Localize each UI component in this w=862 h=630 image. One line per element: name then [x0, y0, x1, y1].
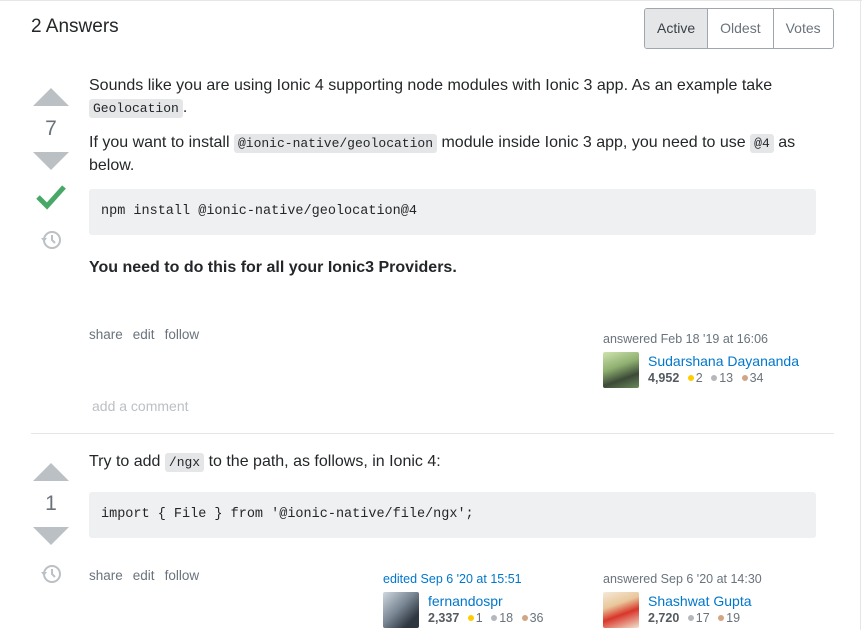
share-link[interactable]: share: [89, 327, 123, 342]
post-menu: share edit follow: [89, 327, 199, 342]
follow-link[interactable]: follow: [165, 568, 200, 583]
bronze-badge-icon: [521, 615, 528, 622]
sort-tabs: Active Oldest Votes: [644, 8, 834, 49]
edit-link[interactable]: edit: [133, 568, 155, 583]
inline-code: Geolocation: [89, 99, 183, 118]
answer-body: Sounds like you are using Ionic 4 suppor…: [89, 75, 819, 291]
user-reputation: 4,952 2 13 34: [648, 370, 799, 387]
vote-column: 1: [30, 463, 72, 590]
vote-count: 7: [45, 117, 57, 140]
reputation-score: 2,720: [648, 611, 680, 625]
code-block: import { File } from '@ionic-native/file…: [89, 492, 816, 538]
silver-badge-count: 17: [695, 611, 710, 625]
vote-count: 1: [45, 492, 57, 515]
user-name-link[interactable]: fernandospr: [428, 593, 544, 610]
answered-time: answered Sep 6 '20 at 14:30: [603, 572, 762, 586]
user-reputation: 2,720 17 19: [648, 610, 752, 627]
silver-badge-icon: [491, 615, 498, 622]
edit-link[interactable]: edit: [133, 327, 155, 342]
answer-text: Try to add: [89, 453, 161, 470]
answer-separator: [31, 433, 834, 434]
post-menu: share edit follow: [89, 568, 199, 583]
sort-tab-votes[interactable]: Votes: [772, 9, 833, 48]
user-reputation: 2,337 1 18 36: [428, 610, 544, 627]
answer-text: to the path, as follows, in Ionic 4:: [208, 453, 441, 470]
accepted-check-icon: [36, 184, 66, 215]
top-border: [0, 0, 862, 1]
answer-text: If you want to install: [89, 134, 230, 151]
answers-heading: 2 Answers: [31, 16, 119, 37]
inline-code: @ionic-native/geolocation: [233, 134, 438, 153]
user-name-link[interactable]: Sudarshana Dayananda: [648, 353, 799, 370]
upvote-icon[interactable]: [33, 463, 69, 481]
bronze-badge-icon: [741, 375, 748, 382]
add-comment-link[interactable]: add a comment: [92, 398, 189, 414]
answer-paragraph: Sounds like you are using Ionic 4 suppor…: [89, 75, 816, 120]
inline-code: /ngx: [164, 453, 205, 472]
share-link[interactable]: share: [89, 568, 123, 583]
bronze-badge-count: 36: [529, 611, 544, 625]
answer-body: Try to add /ngx to the path, as follows,…: [89, 451, 819, 538]
answer-bold-text: You need to do this for all your Ionic3 …: [89, 259, 457, 276]
gold-badge-icon: [467, 615, 474, 622]
answer-paragraph: If you want to install @ionic-native/geo…: [89, 132, 819, 177]
avatar[interactable]: [603, 352, 639, 388]
user-signature: answered Feb 18 '19 at 16:06 Sudarshana …: [603, 332, 799, 388]
answered-time: answered Feb 18 '19 at 16:06: [603, 332, 769, 346]
silver-badge-count: 18: [499, 611, 514, 625]
avatar[interactable]: [603, 592, 639, 628]
sort-tab-active[interactable]: Active: [645, 9, 708, 48]
history-icon[interactable]: [40, 229, 62, 256]
bronze-badge-count: 34: [749, 371, 764, 385]
upvote-icon[interactable]: [33, 88, 69, 106]
sort-tab-oldest[interactable]: Oldest: [707, 9, 773, 48]
follow-link[interactable]: follow: [165, 327, 200, 342]
silver-badge-count: 13: [719, 371, 734, 385]
silver-badge-icon: [687, 615, 694, 622]
gold-badge-count: 2: [695, 371, 703, 385]
answer-text: .: [182, 99, 188, 116]
right-border: [860, 0, 861, 630]
code-block: npm install @ionic-native/geolocation@4: [89, 189, 816, 235]
bronze-badge-icon: [718, 615, 725, 622]
inline-code: @4: [750, 134, 774, 153]
downvote-icon[interactable]: [33, 527, 69, 545]
reputation-score: 4,952: [648, 371, 680, 385]
gold-badge-count: 1: [475, 611, 483, 625]
silver-badge-icon: [711, 375, 718, 382]
reputation-score: 2,337: [428, 611, 460, 625]
avatar[interactable]: [383, 592, 419, 628]
gold-badge-icon: [687, 375, 694, 382]
bronze-badge-count: 19: [726, 611, 741, 625]
edited-time-link[interactable]: edited Sep 6 '20 at 15:51: [383, 572, 544, 586]
history-icon[interactable]: [40, 563, 62, 590]
user-name-link[interactable]: Shashwat Gupta: [648, 593, 752, 610]
answer-text: Sounds like you are using Ionic 4 suppor…: [89, 77, 773, 94]
user-signature: answered Sep 6 '20 at 14:30 Shashwat Gup…: [603, 572, 762, 628]
vote-column: 7: [30, 88, 72, 256]
downvote-icon[interactable]: [33, 152, 69, 170]
editor-signature: edited Sep 6 '20 at 15:51 fernandospr 2,…: [383, 572, 544, 628]
answer-text: module inside Ionic 3 app, you need to u…: [441, 134, 746, 151]
answer-paragraph: Try to add /ngx to the path, as follows,…: [89, 451, 819, 474]
